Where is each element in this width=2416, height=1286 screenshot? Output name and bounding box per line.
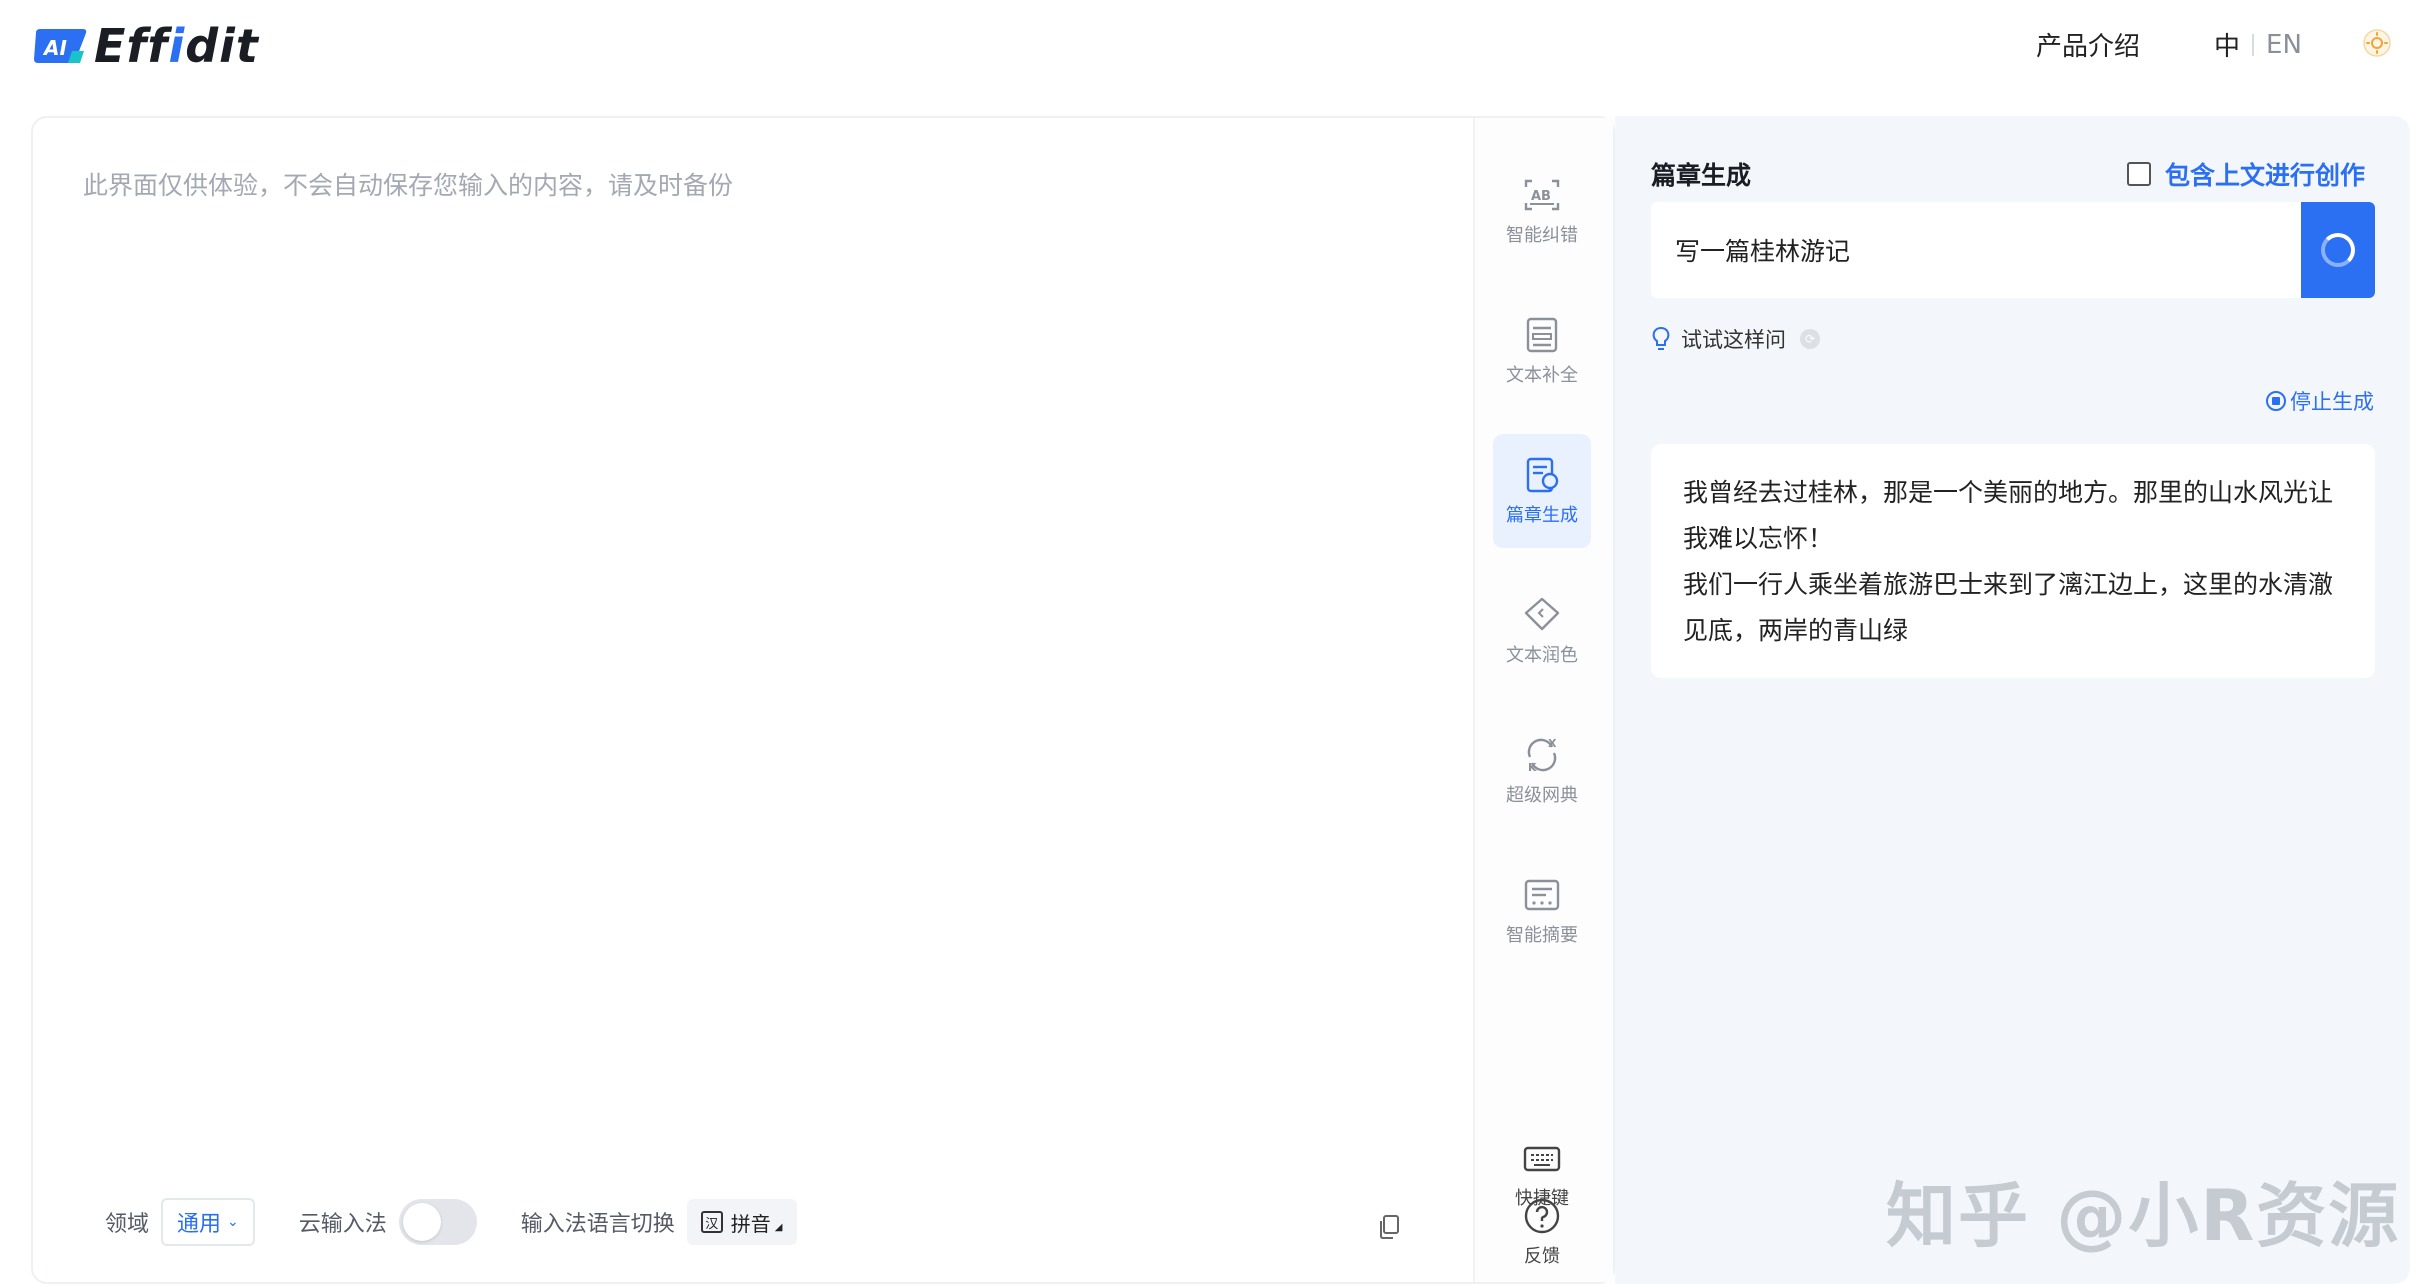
prompt-input[interactable] [1651, 202, 2297, 298]
stop-generation-button[interactable]: 停止生成 [2266, 386, 2374, 416]
article-generation-panel: 篇章生成 包含上文进行创作 试试这样问 ⟳ 停止生成 我曾经去过桂林，那是一个美… [1615, 116, 2410, 1284]
domain-label: 领域 [105, 1212, 150, 1237]
lightbulb-icon [1652, 327, 1670, 350]
tool-article-generation[interactable]: 篇章生成 [1493, 434, 1591, 548]
copy-icon[interactable] [1377, 1214, 1401, 1240]
tool-super-dictionary[interactable]: X K 超级网典 [1493, 714, 1591, 828]
tool-label: 超级网典 [1506, 785, 1578, 806]
ime-value: 拼音 [730, 1211, 771, 1236]
lang-zh-option[interactable]: 中 [2214, 26, 2240, 63]
logo-text-prefix: Eff [94, 19, 169, 73]
effidit-logo[interactable]: AI Effidit [32, 18, 259, 74]
editor-bottom-bar: 领域 通用 ⌄ 云输入法 输入法语言切换 汉 拼音 ◢ [105, 1198, 797, 1246]
domain-select[interactable]: 通用 ⌄ [161, 1198, 255, 1246]
generated-result-card: 我曾经去过桂林，那是一个美丽的地方。那里的山水风光让我难以忘怀！ 我们一行人乘坐… [1651, 444, 2375, 678]
try-suggestions[interactable]: 试试这样问 ⟳ [1651, 324, 1820, 354]
result-paragraph: 我们一行人乘坐着旅游巴士来到了漓江边上，这里的水清澈见底，两岸的青山绿 [1683, 570, 2334, 645]
watermark-text: 知乎 @小R资源 [1886, 1175, 2401, 1257]
smart-summary-icon [1524, 879, 1560, 911]
text-completion-icon [1526, 317, 1558, 353]
top-header: AI Effidit 产品介绍 中 EN [0, 0, 2416, 96]
keyboard-icon [1523, 1146, 1561, 1172]
tool-label: 文本补全 [1506, 365, 1578, 386]
tool-text-polish[interactable]: 文本润色 [1493, 574, 1591, 688]
cloud-ime-label: 云输入法 [298, 1212, 387, 1237]
tool-sidebar: AB 智能纠错 文本补全 篇章生成 文本润色 X K 超级网典 智能摘要 快捷键… [1473, 118, 1613, 1282]
tool-label: 文本润色 [1506, 645, 1578, 666]
toggle-knob [402, 1203, 441, 1241]
try-label: 试试这样问 [1681, 328, 1786, 352]
corner-triangle-icon: ◢ [774, 1221, 783, 1233]
tool-label: 篇章生成 [1506, 505, 1578, 526]
result-paragraph: 我曾经去过桂林，那是一个美丽的地方。那里的山水风光让我难以忘怀！ [1683, 478, 2334, 553]
ai-logo-icon: AI [34, 29, 87, 63]
han-char-icon: 汉 [700, 1211, 723, 1233]
chevron-down-icon: ⌄ [227, 1214, 239, 1230]
text-editor[interactable]: 此界面仅供体验，不会自动保存您输入的内容，请及时备份 [33, 118, 1473, 1282]
logo-text-highlight: i [168, 19, 186, 73]
stop-icon [2266, 391, 2286, 411]
svg-text:AB: AB [1531, 189, 1551, 204]
cloud-ime-toggle[interactable] [398, 1199, 477, 1245]
logo-wordmark: Effidit [94, 19, 259, 73]
ime-switch-label: 输入法语言切换 [520, 1212, 675, 1237]
include-context-option[interactable]: 包含上文进行创作 [2126, 156, 2365, 192]
refresh-icon[interactable]: ⟳ [1800, 329, 1820, 349]
feedback-icon [1524, 1198, 1560, 1234]
sun-theme-icon[interactable] [2362, 28, 2392, 58]
ime-language-select[interactable]: 汉 拼音 ◢ [686, 1199, 797, 1245]
tool-label: 反馈 [1524, 1246, 1560, 1267]
logo-badge-text: AI [42, 36, 67, 60]
ab-correction-icon: AB [1524, 179, 1560, 211]
domain-value: 通用 [177, 1212, 222, 1237]
nav-product-intro[interactable]: 产品介绍 [2036, 26, 2140, 63]
tool-label: 智能摘要 [1506, 925, 1578, 946]
prompt-box [1651, 202, 2375, 298]
generate-button[interactable] [2301, 202, 2375, 298]
panel-title: 篇章生成 [1651, 161, 1752, 190]
include-context-checkbox[interactable] [2126, 162, 2151, 186]
tool-text-completion[interactable]: 文本补全 [1493, 294, 1591, 408]
svg-text:K: K [1528, 761, 1537, 774]
tool-smart-summary[interactable]: 智能摘要 [1493, 854, 1591, 968]
svg-text:X: X [1548, 737, 1557, 750]
language-switch: 中 EN [2214, 26, 2302, 63]
text-polish-icon [1524, 597, 1560, 631]
tool-feedback[interactable]: 反馈 [1493, 1182, 1591, 1282]
editor-placeholder: 此界面仅供体验，不会自动保存您输入的内容，请及时备份 [83, 171, 734, 200]
tool-label: 智能纠错 [1506, 225, 1578, 246]
logo-text-suffix: dit [185, 19, 259, 73]
lang-en-option[interactable]: EN [2266, 30, 2302, 60]
stop-label: 停止生成 [2290, 390, 2374, 414]
include-context-label: 包含上文进行创作 [2164, 161, 2365, 190]
loading-spinner-icon [2321, 233, 2355, 267]
editor-card: 此界面仅供体验，不会自动保存您输入的内容，请及时备份 领域 通用 ⌄ 云输入法 … [31, 116, 1615, 1284]
super-dictionary-icon: X K [1527, 737, 1557, 774]
article-generation-icon [1526, 457, 1559, 493]
lang-divider [2252, 33, 2255, 56]
tool-smart-correction[interactable]: AB 智能纠错 [1493, 154, 1591, 268]
